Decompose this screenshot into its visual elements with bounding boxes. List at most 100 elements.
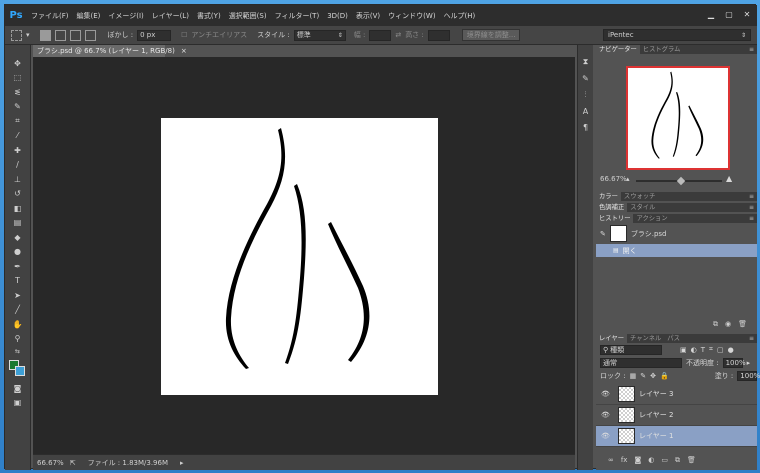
navigator-zoom-slider[interactable]: ▴ ▲	[626, 174, 736, 186]
zoom-level[interactable]: 66.67%	[37, 459, 64, 467]
panel-menu-icon[interactable]: ≡	[749, 214, 754, 223]
width-input[interactable]	[369, 29, 392, 41]
type-tool-icon[interactable]: T	[11, 275, 25, 287]
character-panel-icon[interactable]: A	[583, 107, 588, 116]
feather-input[interactable]: 0 px	[137, 29, 172, 41]
eyedropper-tool-icon[interactable]: ⁄	[11, 130, 25, 142]
brush-tool-icon[interactable]: ∕	[11, 159, 25, 171]
opacity-input[interactable]: 100%	[722, 357, 746, 368]
pen-tool-icon[interactable]: ✒	[11, 260, 25, 272]
menu-3d[interactable]: 3D(D)	[323, 12, 352, 20]
filter-adjust-icon[interactable]: ◐	[691, 346, 697, 354]
adjustment-layer-icon[interactable]: ◐	[648, 456, 654, 465]
menu-select[interactable]: 選択範囲(S)	[225, 11, 271, 21]
screen-mode-icon[interactable]: ▣	[11, 397, 25, 409]
tab-layers[interactable]: レイヤー	[596, 334, 627, 343]
dodge-tool-icon[interactable]: ●	[11, 246, 25, 258]
quick-select-tool-icon[interactable]: ✎	[11, 101, 25, 113]
gradient-tool-icon[interactable]: ▤	[11, 217, 25, 229]
navigator-thumbnail[interactable]	[626, 66, 730, 170]
layer-filter-select[interactable]: ⚲ 種類	[600, 344, 662, 355]
group-folder-icon[interactable]: ▭	[661, 456, 668, 465]
layer-row-selected[interactable]: 👁 レイヤー 1	[596, 426, 757, 447]
menu-view[interactable]: 表示(V)	[352, 11, 384, 21]
tab-navigator[interactable]: ナビゲーター	[596, 45, 640, 54]
style-select[interactable]: 標準 ⇕	[293, 29, 346, 41]
crop-tool-icon[interactable]: ⌗	[11, 115, 25, 127]
filter-type-icon[interactable]: T	[701, 346, 705, 354]
opacity-caret-icon[interactable]: ▸	[747, 359, 751, 367]
trash-icon[interactable]: 🗑	[687, 456, 696, 465]
brush-panel-icon[interactable]: ✎	[582, 74, 589, 83]
tab-color[interactable]: カラー	[596, 192, 621, 201]
lock-pixels-icon[interactable]: ▦	[630, 372, 637, 380]
menu-file[interactable]: ファイル(F)	[27, 11, 73, 21]
zoom-tool-icon[interactable]: ⚲	[11, 333, 25, 345]
new-selection-icon[interactable]	[39, 29, 51, 41]
close-icon[interactable]: ✕	[741, 9, 753, 20]
layer-mask-icon[interactable]: ◙	[634, 456, 641, 465]
document-tab[interactable]: ブラシ.psd @ 66.7% (レイヤー 1, RGB/8) ×	[33, 45, 187, 57]
height-input[interactable]	[427, 29, 450, 41]
menu-window[interactable]: ウィンドウ(W)	[384, 11, 439, 21]
workspace-select[interactable]: iPentec ⇕	[603, 29, 751, 41]
layer-style-icon[interactable]: fx	[621, 456, 628, 465]
healing-brush-tool-icon[interactable]: ✚	[11, 144, 25, 156]
history-panel-icon[interactable]: ⧗	[583, 57, 589, 67]
quick-mask-icon[interactable]: ◙	[11, 382, 25, 394]
marquee-preset-icon[interactable]	[11, 29, 22, 41]
line-tool-icon[interactable]: ╱	[11, 304, 25, 316]
subtract-selection-icon[interactable]	[69, 29, 81, 41]
blur-tool-icon[interactable]: ◆	[11, 231, 25, 243]
visibility-eye-icon[interactable]: 👁	[601, 432, 610, 440]
filter-shape-icon[interactable]: ⌗	[709, 345, 713, 354]
refine-edge-button[interactable]: 境界線を調整...	[461, 29, 521, 41]
path-select-tool-icon[interactable]: ➤	[11, 289, 25, 301]
preset-caret-icon[interactable]: ▾	[26, 31, 30, 39]
close-document-icon[interactable]: ×	[181, 47, 187, 55]
intersect-selection-icon[interactable]	[84, 29, 96, 41]
minimize-icon[interactable]: ▁	[705, 9, 717, 20]
lasso-tool-icon[interactable]: ᓬ	[11, 86, 25, 98]
canvas-area[interactable]	[33, 57, 575, 454]
tab-actions[interactable]: アクション	[633, 214, 670, 223]
history-item[interactable]: ▤ 開く	[596, 244, 757, 257]
visibility-eye-icon[interactable]: 👁	[601, 411, 610, 419]
panel-menu-icon[interactable]: ≡	[749, 203, 754, 212]
background-color[interactable]	[14, 365, 25, 376]
slider-knob[interactable]	[676, 176, 686, 186]
blend-mode-select[interactable]: 通常	[600, 357, 682, 368]
menu-filter[interactable]: フィルター(T)	[271, 11, 324, 21]
history-brush-tool-icon[interactable]: ↺	[11, 188, 25, 200]
menu-help[interactable]: ヘルプ(H)	[440, 11, 480, 21]
tab-adjustments[interactable]: 色調補正	[596, 203, 628, 212]
move-tool-icon[interactable]: ✥	[11, 57, 25, 69]
lock-all-icon[interactable]: 🔒	[660, 372, 669, 380]
document-canvas[interactable]	[161, 118, 438, 395]
menu-type[interactable]: 書式(Y)	[193, 11, 225, 21]
tab-histogram[interactable]: ヒストグラム	[640, 45, 684, 54]
history-snapshot[interactable]: ✎ ブラシ.psd	[596, 223, 757, 244]
visibility-eye-icon[interactable]: 👁	[601, 390, 610, 398]
adjust-panel-icon[interactable]: ⫶	[585, 90, 587, 100]
snapshot-icon[interactable]: ◉	[725, 320, 731, 329]
swap-icon[interactable]: ⇄	[395, 31, 401, 39]
menu-image[interactable]: イメージ(I)	[104, 11, 147, 21]
menu-edit[interactable]: 編集(E)	[73, 11, 105, 21]
layer-row[interactable]: 👁 レイヤー 3	[596, 384, 757, 405]
lock-move-icon[interactable]: ✥	[650, 372, 656, 380]
lock-paint-icon[interactable]: ✎	[640, 372, 646, 380]
fill-input[interactable]: 100%	[737, 370, 760, 381]
paragraph-panel-icon[interactable]: ¶	[583, 123, 588, 132]
filter-pixel-icon[interactable]: ▣	[680, 346, 687, 354]
tab-history[interactable]: ヒストリー	[596, 214, 634, 223]
link-layers-icon[interactable]: ∞	[608, 456, 614, 465]
new-layer-icon[interactable]: ⧉	[675, 456, 680, 465]
marquee-tool-icon[interactable]: ⬚	[11, 72, 25, 84]
tab-styles[interactable]: スタイル	[627, 203, 658, 212]
panel-menu-icon[interactable]: ≡	[749, 334, 754, 343]
tab-channels[interactable]: チャンネル	[627, 334, 664, 343]
filter-smart-icon[interactable]: ▢	[717, 346, 724, 354]
zoom-in-icon[interactable]: ▲	[726, 174, 732, 183]
zoom-out-icon[interactable]: ▴	[626, 175, 630, 183]
